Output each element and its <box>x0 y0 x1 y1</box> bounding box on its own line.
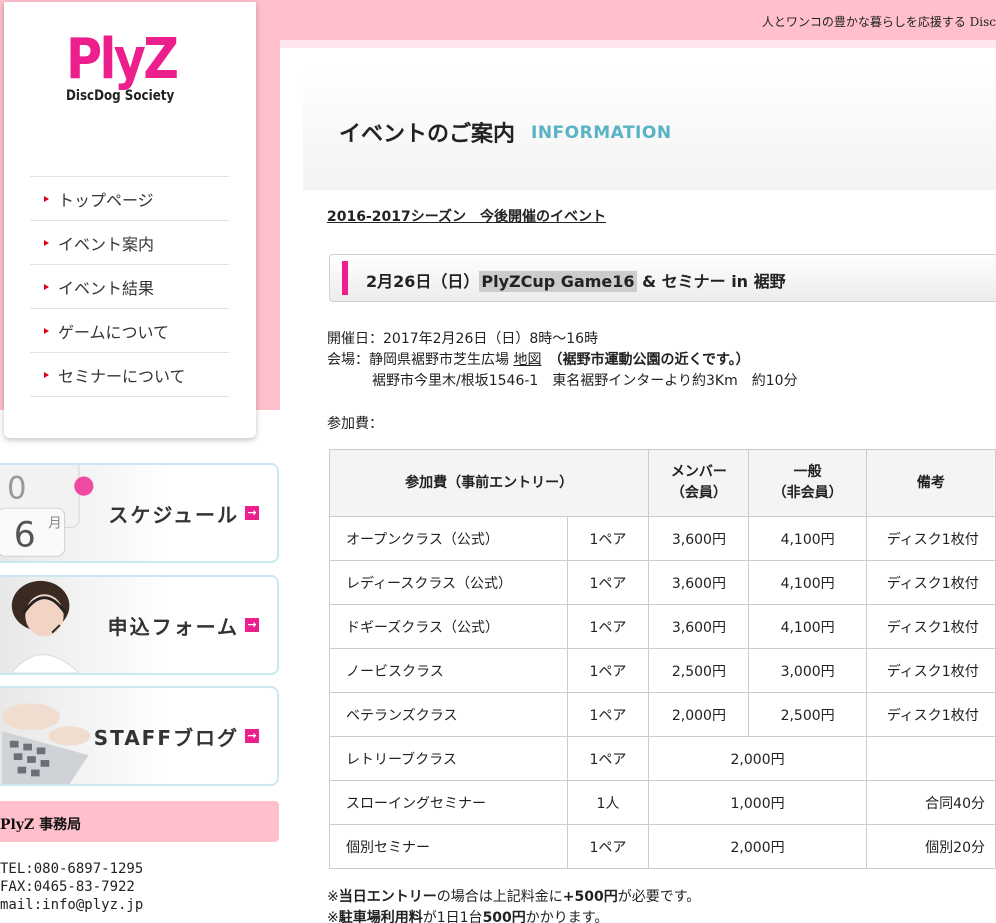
event-title-bar: 2月26日（日） PlyZCup Game16 & セミナー in 裾野 <box>329 254 996 302</box>
schedule-banner[interactable]: 0 6 月 スケジュール → <box>0 463 279 563</box>
fee-label: 参加費： <box>327 416 383 432</box>
header-member: メンバー （会員） <box>648 449 750 517</box>
svg-text:0: 0 <box>7 471 27 507</box>
triangle-bullet-icon <box>44 240 49 246</box>
table-row: ベテランズクラス 1ペア 2,000円 2,500円 ディスク1枚付 <box>329 692 996 737</box>
banner-label: STAFFブログ <box>93 726 239 750</box>
arrow-right-icon: → <box>245 506 259 520</box>
page-heading: イベントのご案内 INFORMATION <box>303 64 996 190</box>
site-tagline: 人とワンコの豊かな暮らしを応援する Disc <box>761 15 996 29</box>
nav-item-results[interactable]: イベント結果 <box>30 265 229 309</box>
logo-text: PlyZ <box>66 27 179 92</box>
banner-label: スケジュール <box>108 503 239 527</box>
calendar-icon: 0 6 月 <box>0 465 94 557</box>
office-contact: TEL:080-6897-1295 FAX:0465-83-7922 mail:… <box>0 860 143 914</box>
header-general: 一般 （非会員） <box>748 449 867 517</box>
headset-operator-icon <box>11 580 80 673</box>
event-venue: 会場：静岡県裾野市芝生広場 地図 （裾野市運動公園の近くです。） <box>327 352 750 368</box>
office-mail: mail:info@plyz.jp <box>0 897 144 913</box>
banner-label: 申込フォーム <box>107 615 239 639</box>
office-tel: TEL:080-6897-1295 <box>0 861 144 877</box>
table-row: ノービスクラス 1ペア 2,500円 3,000円 ディスク1枚付 <box>329 648 996 693</box>
site-logo[interactable]: PlyZ DiscDog Society <box>66 27 196 105</box>
logo-subtitle: DiscDog Society <box>66 88 175 104</box>
note-parking: ※駐車場利用料が1日1台500円かかります。 <box>327 910 609 923</box>
fee-table: 参加費（事前エントリー） メンバー （会員） 一般 （非会員） 備考 オープンクラス… <box>328 449 996 869</box>
table-header-row: 参加費（事前エントリー） メンバー （会員） 一般 （非会員） 備考 <box>328 449 996 517</box>
office-fax: FAX:0465-83-7922 <box>0 879 135 895</box>
fee-notes: ※当日エントリーの場合は上記料金に+500円が必要です。 ※駐車場利用料が1日1… <box>327 887 700 923</box>
arrow-right-icon: → <box>245 729 259 743</box>
nav-item-events[interactable]: イベント案内 <box>30 221 229 265</box>
event-title: 2月26日（日） PlyZCup Game16 & セミナー in 裾野 <box>366 271 786 292</box>
header-divider <box>280 40 996 48</box>
nav-item-top[interactable]: トップページ <box>30 177 229 221</box>
table-row: レディースクラス（公式） 1ペア 3,600円 4,100円 ディスク1枚付 <box>329 560 996 605</box>
highlighted-event-name: PlyZCup Game16 <box>479 271 637 292</box>
svg-text:月: 月 <box>48 516 61 531</box>
office-heading: PlyZ 事務局 <box>0 801 279 842</box>
season-heading: 2016-2017シーズン 今後開催のイベント <box>327 209 607 225</box>
page-title-en: INFORMATION <box>531 123 672 143</box>
triangle-bullet-icon <box>44 328 49 334</box>
nav-item-games[interactable]: ゲームについて <box>30 309 229 353</box>
note-same-day-entry: ※当日エントリーの場合は上記料金に+500円が必要です。 <box>327 889 701 905</box>
header-bar: 人とワンコの豊かな暮らしを応援する Disc <box>280 0 996 40</box>
svg-text:6: 6 <box>14 516 36 556</box>
triangle-bullet-icon <box>44 196 49 202</box>
table-row: ドギーズクラス（公式） 1ペア 3,600円 4,100円 ディスク1枚付 <box>329 604 996 649</box>
sidebar-nav: トップページ イベント案内 イベント結果 ゲームについて セミナーについて <box>30 176 229 397</box>
nav-item-seminars[interactable]: セミナーについて <box>30 353 229 397</box>
triangle-bullet-icon <box>44 372 49 378</box>
accent-bar <box>342 261 348 295</box>
application-form-banner[interactable]: 申込フォーム → <box>0 575 279 675</box>
event-details: 開催日：2017年2月26日（日）8時〜16時 会場：静岡県裾野市芝生広場 地図… <box>327 329 798 392</box>
table-row: オープンクラス（公式） 1ペア 3,600円 4,100円 ディスク1枚付 <box>329 516 996 561</box>
triangle-bullet-icon <box>44 284 49 290</box>
page-title: イベントのご案内 <box>339 122 516 147</box>
map-link[interactable]: 地図 <box>513 352 541 368</box>
event-address: 裾野市今里木/根坂1546-1 東名裾野インターより約3Km 約10分 <box>372 373 798 389</box>
header-entry: 参加費（事前エントリー） <box>328 449 650 517</box>
arrow-right-icon: → <box>245 618 259 632</box>
table-row: レトリーブクラス 1ペア 2,000円 <box>329 736 996 781</box>
table-row: 個別セミナー 1ペア 2,000円 個別20分 <box>329 824 996 869</box>
event-date: 開催日：2017年2月26日（日）8時〜16時 <box>327 331 599 347</box>
staff-blog-banner[interactable]: STAFFブログ → <box>0 686 279 786</box>
office-title: PlyZ 事務局 <box>0 817 82 833</box>
header-notes: 備考 <box>865 449 996 517</box>
table-row: スローイングセミナー 1人 1,000円 合同40分 <box>329 780 996 825</box>
